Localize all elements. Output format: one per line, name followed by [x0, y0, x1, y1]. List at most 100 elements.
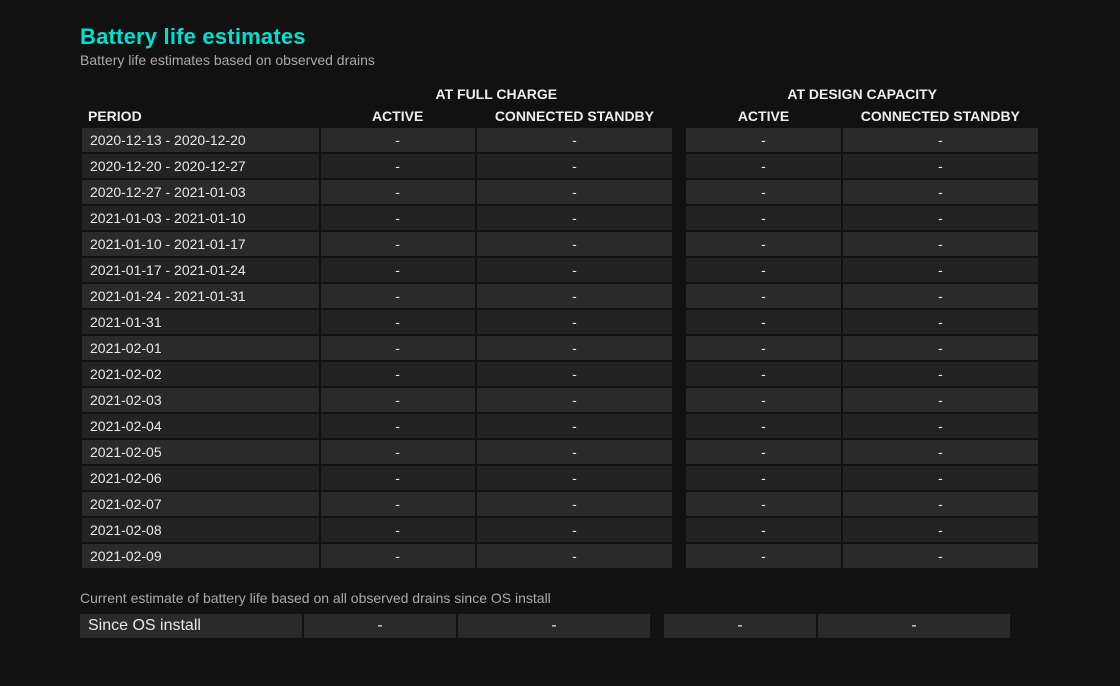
cell-fc-standby: - [477, 180, 672, 204]
cell-dc-standby: - [843, 310, 1038, 334]
cell-dc-active: - [686, 154, 840, 178]
cell-dc-standby: - [843, 180, 1038, 204]
cell-fc-standby: - [477, 492, 672, 516]
cell-dc-standby: - [843, 362, 1038, 386]
table-row: 2021-02-07---- [82, 492, 1038, 516]
table-row: 2021-01-17 - 2021-01-24---- [82, 258, 1038, 282]
cell-fc-active: - [321, 544, 475, 568]
cell-dc-active: - [686, 128, 840, 152]
cell-gap [674, 414, 684, 438]
cell-dc-active: - [686, 466, 840, 490]
cell-gap [674, 466, 684, 490]
table-row: 2021-02-06---- [82, 466, 1038, 490]
since-install-row: Since OS install - - - - [80, 614, 1040, 638]
cell-period: 2021-02-03 [82, 388, 319, 412]
cell-gap [674, 518, 684, 542]
cell-fc-standby: - [477, 258, 672, 282]
table-row: 2020-12-27 - 2021-01-03---- [82, 180, 1038, 204]
cell-dc-active: - [686, 518, 840, 542]
cell-dc-active: - [686, 388, 840, 412]
since-install-note: Current estimate of battery life based o… [80, 590, 1040, 606]
cell-gap [674, 232, 684, 256]
cell-dc-active: - [686, 206, 840, 230]
table-row: 2021-02-04---- [82, 414, 1038, 438]
cell-dc-standby: - [843, 518, 1038, 542]
cell-fc-standby: - [477, 154, 672, 178]
table-row: 2021-02-08---- [82, 518, 1038, 542]
cell-period: 2021-01-31 [82, 310, 319, 334]
cell-gap [674, 128, 684, 152]
cell-period: 2020-12-20 - 2020-12-27 [82, 154, 319, 178]
cell-gap [674, 336, 684, 360]
cell-fc-standby: - [477, 336, 672, 360]
header-dc-standby: CONNECTED STANDBY [843, 106, 1038, 126]
cell-fc-active: - [321, 492, 475, 516]
cell-gap [674, 388, 684, 412]
cell-dc-standby: - [843, 440, 1038, 464]
cell-fc-active: - [321, 466, 475, 490]
cell-fc-active: - [321, 128, 475, 152]
cell-dc-standby: - [843, 466, 1038, 490]
cell-period: 2021-01-03 - 2021-01-10 [82, 206, 319, 230]
cell-fc-active: - [321, 154, 475, 178]
cell-dc-active: - [686, 492, 840, 516]
cell-fc-standby: - [477, 466, 672, 490]
battery-report-page: Battery life estimates Battery life esti… [0, 0, 1120, 658]
header-period: PERIOD [82, 106, 319, 126]
cell-fc-active: - [321, 440, 475, 464]
cell-fc-standby: - [477, 206, 672, 230]
header-design-capacity: AT DESIGN CAPACITY [686, 84, 1038, 104]
cell-dc-active: - [686, 232, 840, 256]
cell-fc-standby: - [477, 128, 672, 152]
cell-dc-active: - [686, 310, 840, 334]
cell-gap [674, 544, 684, 568]
table-row: 2020-12-20 - 2020-12-27---- [82, 154, 1038, 178]
battery-life-table: AT FULL CHARGE AT DESIGN CAPACITY PERIOD… [80, 82, 1040, 570]
since-install-fc-active: - [304, 614, 456, 638]
cell-gap [674, 284, 684, 308]
cell-fc-standby: - [477, 518, 672, 542]
since-install-fc-standby: - [458, 614, 650, 638]
cell-period: 2020-12-13 - 2020-12-20 [82, 128, 319, 152]
cell-period: 2021-01-10 - 2021-01-17 [82, 232, 319, 256]
cell-fc-active: - [321, 414, 475, 438]
since-install-dc-standby: - [818, 614, 1010, 638]
cell-dc-standby: - [843, 284, 1038, 308]
cell-fc-active: - [321, 388, 475, 412]
cell-dc-active: - [686, 336, 840, 360]
section-title: Battery life estimates [80, 24, 1040, 50]
cell-fc-standby: - [477, 440, 672, 464]
cell-dc-active: - [686, 180, 840, 204]
cell-period: 2021-01-24 - 2021-01-31 [82, 284, 319, 308]
cell-dc-standby: - [843, 414, 1038, 438]
cell-period: 2020-12-27 - 2021-01-03 [82, 180, 319, 204]
cell-dc-standby: - [843, 336, 1038, 360]
cell-period: 2021-02-08 [82, 518, 319, 542]
section-subtitle: Battery life estimates based on observed… [80, 52, 1040, 68]
header-dc-active: ACTIVE [686, 106, 840, 126]
cell-dc-standby: - [843, 544, 1038, 568]
cell-fc-active: - [321, 336, 475, 360]
table-row: 2021-02-02---- [82, 362, 1038, 386]
table-row: 2020-12-13 - 2020-12-20---- [82, 128, 1038, 152]
cell-dc-standby: - [843, 232, 1038, 256]
since-install-dc-active: - [664, 614, 816, 638]
cell-period: 2021-02-04 [82, 414, 319, 438]
cell-dc-standby: - [843, 258, 1038, 282]
cell-dc-active: - [686, 362, 840, 386]
cell-fc-active: - [321, 232, 475, 256]
since-install-label: Since OS install [80, 614, 302, 638]
cell-dc-active: - [686, 440, 840, 464]
cell-fc-active: - [321, 180, 475, 204]
cell-fc-standby: - [477, 310, 672, 334]
cell-gap [674, 154, 684, 178]
cell-dc-standby: - [843, 492, 1038, 516]
header-fc-active: ACTIVE [321, 106, 475, 126]
cell-gap [674, 206, 684, 230]
cell-dc-standby: - [843, 388, 1038, 412]
table-row: 2021-01-31---- [82, 310, 1038, 334]
cell-fc-active: - [321, 284, 475, 308]
cell-fc-standby: - [477, 414, 672, 438]
header-full-charge: AT FULL CHARGE [321, 84, 673, 104]
cell-gap [674, 180, 684, 204]
